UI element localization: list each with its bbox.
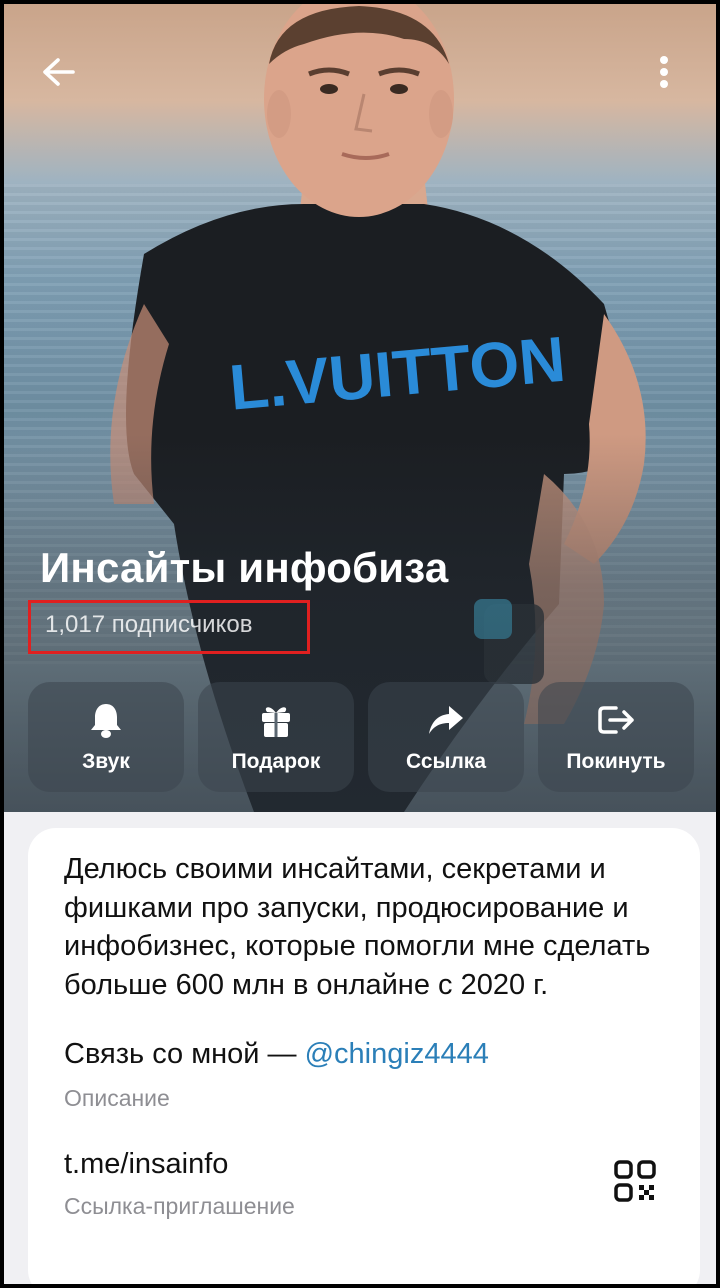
channel-info-card: Делюсь своими инсайтами, секретами и фиш… xyxy=(28,828,700,1284)
description-caption: Описание xyxy=(64,1085,170,1111)
bell-icon xyxy=(91,704,121,738)
gift-label: Подарок xyxy=(231,750,321,773)
leave-icon xyxy=(598,706,634,734)
back-button[interactable] xyxy=(34,48,82,96)
invite-link[interactable]: t.me/insainfo xyxy=(64,1148,664,1181)
arrow-left-icon xyxy=(43,58,75,86)
contact-mention-link[interactable]: @chingiz4444 xyxy=(305,1038,489,1070)
leave-button[interactable]: Покинуть xyxy=(538,682,694,792)
screen: L.VUITTON Инсайты инфобиза 1,017 подписч… xyxy=(0,0,720,1288)
qr-code-icon[interactable] xyxy=(614,1160,656,1202)
subscriber-count: 1,017 подписчиков xyxy=(28,600,310,654)
invite-link-caption: Ссылка-приглашение xyxy=(64,1193,295,1219)
contact-prefix: Связь со мной — xyxy=(64,1038,305,1070)
link-button[interactable]: Ссылка xyxy=(368,682,524,792)
gift-icon xyxy=(262,707,290,737)
link-label: Ссылка xyxy=(405,750,487,773)
sound-button[interactable]: Звук xyxy=(28,682,184,792)
invite-link-row[interactable]: t.me/insainfo Ссылка-приглашение xyxy=(64,1148,664,1258)
channel-actions: Звук Подарок Ссылка Покинуть xyxy=(28,682,696,792)
gift-button[interactable]: Подарок xyxy=(198,682,354,792)
share-icon xyxy=(429,706,463,734)
more-menu-button[interactable] xyxy=(640,48,688,96)
contact-line: Связь со мной — @chingiz4444 xyxy=(64,1038,664,1071)
channel-title: Инсайты инфобиза xyxy=(40,544,449,591)
channel-description: Делюсь своими инсайтами, секретами и фиш… xyxy=(64,853,651,1001)
sound-label: Звук xyxy=(82,750,130,773)
more-vertical-icon xyxy=(660,56,668,88)
leave-label: Покинуть xyxy=(566,750,666,773)
